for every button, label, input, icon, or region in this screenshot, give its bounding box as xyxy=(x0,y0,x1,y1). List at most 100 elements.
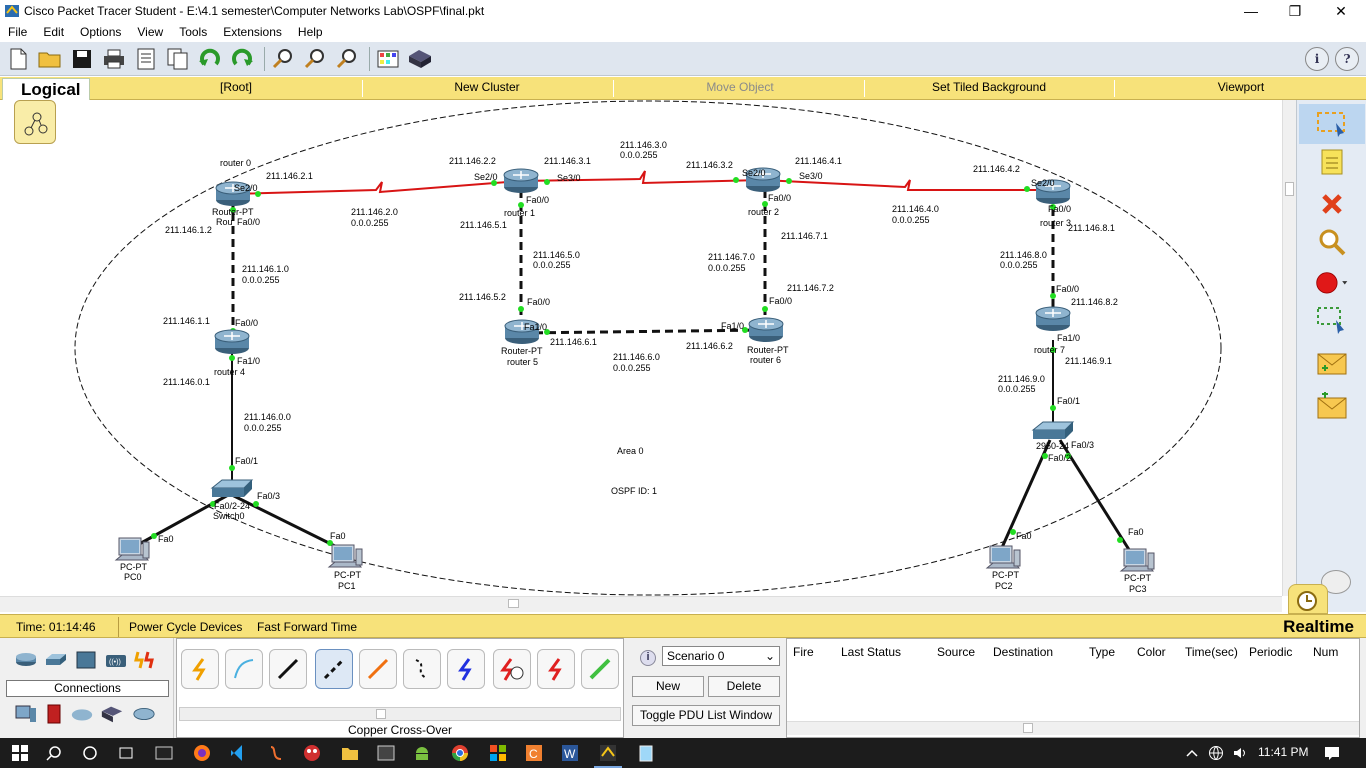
custom-device-icon[interactable] xyxy=(406,45,434,73)
logical-workspace[interactable]: router 0 Se2/0 211.146.2.1 Router-PT Rou… xyxy=(0,100,1282,596)
maximize-button[interactable]: ❐ xyxy=(1272,0,1318,22)
resize-icon[interactable] xyxy=(1315,304,1349,336)
logical-tab[interactable]: Logical xyxy=(2,78,90,100)
switch-0[interactable] xyxy=(211,479,253,498)
vertical-scrollbar[interactable] xyxy=(1282,100,1296,596)
phone-cable-icon[interactable] xyxy=(403,649,441,689)
show-hidden-icons[interactable] xyxy=(1182,743,1202,763)
serial-dce-cable-icon[interactable] xyxy=(493,649,531,689)
horizontal-scrollbar[interactable] xyxy=(0,596,1282,612)
routers-category-icon[interactable] xyxy=(14,650,38,670)
add-complex-pdu-icon[interactable] xyxy=(1315,390,1349,422)
packet-tracer-taskbar-icon[interactable] xyxy=(598,743,618,763)
vertical-scroll-thumb[interactable] xyxy=(1285,182,1294,196)
git-app-icon[interactable] xyxy=(266,743,286,763)
new-cluster-button[interactable]: New Cluster xyxy=(430,80,544,94)
wan-emulation-category-icon[interactable] xyxy=(70,704,94,724)
scenario-select[interactable]: Scenario 0 ⌄ xyxy=(662,646,780,666)
close-button[interactable]: ✕ xyxy=(1318,0,1364,22)
android-app-icon[interactable] xyxy=(412,743,432,763)
save-icon[interactable] xyxy=(68,45,96,73)
column-source[interactable]: Source xyxy=(937,645,975,659)
notepad-app-icon[interactable] xyxy=(636,743,656,763)
custom-devices-category-icon[interactable] xyxy=(100,704,124,724)
realtime-mode-icon[interactable] xyxy=(1288,584,1328,614)
serial-dte-cable-icon[interactable] xyxy=(537,649,575,689)
router-7[interactable] xyxy=(1035,306,1071,332)
copper-straight-through-icon[interactable] xyxy=(269,649,307,689)
router-4[interactable] xyxy=(214,329,250,355)
select-icon[interactable] xyxy=(1299,104,1365,144)
print-icon[interactable] xyxy=(100,45,128,73)
serial-link-r2-r3[interactable] xyxy=(761,179,1050,191)
open-icon[interactable] xyxy=(36,45,64,73)
copper-cross-over-icon[interactable] xyxy=(315,649,353,689)
terminal2-app-icon[interactable] xyxy=(376,743,396,763)
realtime-label[interactable]: Realtime xyxy=(1283,617,1354,637)
pc-3[interactable] xyxy=(1120,548,1155,572)
chrome-app-icon[interactable] xyxy=(450,743,470,763)
menu-tools[interactable]: Tools xyxy=(171,25,215,39)
gui-builder-app-icon[interactable]: C xyxy=(524,743,544,763)
column-periodic[interactable]: Periodic xyxy=(1249,645,1292,659)
column-color[interactable]: Color xyxy=(1137,645,1166,659)
coaxial-cable-icon[interactable] xyxy=(447,649,485,689)
end-devices-category-icon[interactable] xyxy=(14,704,38,724)
cortana-icon[interactable] xyxy=(80,743,100,763)
router-6[interactable] xyxy=(748,317,784,343)
search-icon[interactable] xyxy=(44,743,64,763)
note-icon[interactable] xyxy=(1315,146,1349,178)
cable-panel-scrollbar[interactable] xyxy=(179,707,621,721)
pc-1[interactable] xyxy=(328,544,363,568)
taskbar-clock[interactable]: 11:41 PM xyxy=(1258,745,1308,759)
draw-ellipse-icon[interactable] xyxy=(1315,266,1349,298)
navigation-icon[interactable] xyxy=(14,100,56,144)
new-icon[interactable] xyxy=(4,45,32,73)
firefox-app-icon[interactable] xyxy=(192,743,212,763)
menu-file[interactable]: File xyxy=(0,25,35,39)
octal-cable-icon[interactable] xyxy=(581,649,619,689)
menu-view[interactable]: View xyxy=(129,25,171,39)
question-help-button[interactable]: ? xyxy=(1335,47,1359,71)
set-tiled-background-button[interactable]: Set Tiled Background xyxy=(920,80,1058,94)
router-1[interactable] xyxy=(503,168,539,194)
new-scenario-button[interactable]: New xyxy=(632,676,704,697)
hubs-category-icon[interactable] xyxy=(74,650,98,670)
auto-cable-icon[interactable] xyxy=(181,649,219,689)
root-button[interactable]: [Root] xyxy=(200,80,272,94)
volume-icon[interactable] xyxy=(1230,743,1250,763)
column-destination[interactable]: Destination xyxy=(993,645,1053,659)
scenario-info-icon[interactable]: i xyxy=(640,650,656,666)
fiber-cable-icon[interactable] xyxy=(359,649,397,689)
toggle-pdu-list-button[interactable]: Toggle PDU List Window xyxy=(632,705,780,726)
column-num[interactable]: Num xyxy=(1313,645,1338,659)
windows-start-icon[interactable] xyxy=(10,743,30,763)
word-app-icon[interactable]: W xyxy=(560,743,580,763)
connections-category-icon[interactable] xyxy=(134,650,158,670)
file-explorer-app-icon[interactable] xyxy=(340,743,360,763)
game-app-icon[interactable] xyxy=(302,743,322,763)
delete-scenario-button[interactable]: Delete xyxy=(708,676,780,697)
activity-wizard-icon[interactable] xyxy=(132,45,160,73)
zoom-reset-icon[interactable] xyxy=(301,45,329,73)
menu-extensions[interactable]: Extensions xyxy=(215,25,290,39)
language-globe-icon[interactable] xyxy=(1206,743,1226,763)
power-cycle-button[interactable]: Power Cycle Devices xyxy=(129,620,242,634)
fast-forward-button[interactable]: Fast Forward Time xyxy=(257,620,357,634)
zoom-in-icon[interactable] xyxy=(269,45,297,73)
notifications-icon[interactable] xyxy=(1322,743,1342,763)
wireless-category-icon[interactable]: ((•)) xyxy=(104,650,128,670)
undo-icon[interactable] xyxy=(196,45,224,73)
column-time[interactable]: Time(sec) xyxy=(1185,645,1238,659)
zoom-out-icon[interactable] xyxy=(333,45,361,73)
inspect-icon[interactable] xyxy=(1315,226,1349,258)
store-app-icon[interactable] xyxy=(488,743,508,763)
task-view-icon[interactable] xyxy=(116,743,136,763)
add-simple-pdu-icon[interactable] xyxy=(1315,348,1349,380)
switch-1[interactable] xyxy=(1032,421,1074,440)
security-category-icon[interactable] xyxy=(42,704,66,724)
copy-icon[interactable] xyxy=(164,45,192,73)
console-cable-icon[interactable] xyxy=(225,649,263,689)
switches-category-icon[interactable] xyxy=(44,650,68,670)
horizontal-scroll-thumb[interactable] xyxy=(508,599,519,608)
